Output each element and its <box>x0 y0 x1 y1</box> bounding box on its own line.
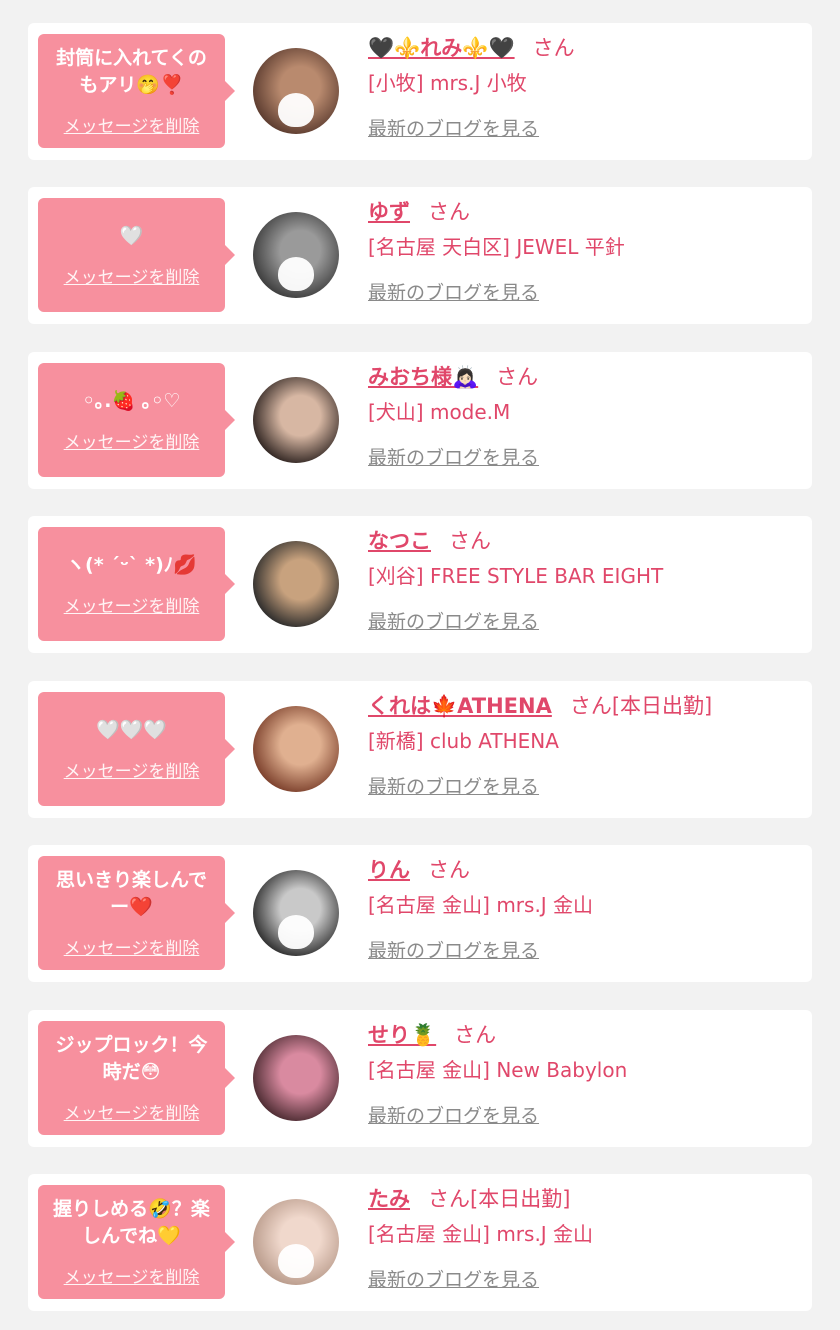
message-bubble: ◦｡.🍓 ｡◦♡ メッセージを削除 <box>38 363 235 477</box>
profile-info: りん さん [名古屋 金山] mrs.J 金山 最新のブログを見る <box>368 855 802 965</box>
delete-message-link[interactable]: メッセージを削除 <box>64 1099 200 1124</box>
name-suffix: さん <box>496 365 539 389</box>
avatar[interactable] <box>253 706 339 792</box>
delete-message-link[interactable]: メッセージを削除 <box>64 1263 200 1288</box>
message-text: ◦｡.🍓 ｡◦♡ <box>82 389 181 412</box>
message-text: 握りしめる🤣？楽 しんでね💛 <box>53 1198 210 1247</box>
name-line: りん さん <box>368 855 802 885</box>
name-suffix: さん <box>532 36 575 60</box>
message-text: 🤍 <box>119 224 144 247</box>
name-suffix: さん <box>428 858 470 882</box>
delete-message-link[interactable]: メッセージを削除 <box>64 757 200 782</box>
profile-name-link[interactable]: 🖤⚜️れみ⚜️🖤 <box>368 36 515 60</box>
name-line: ゆず さん <box>368 197 802 227</box>
shop-label: [名古屋 金山] New Babylon <box>368 1058 628 1082</box>
list-item: 封筒に入れてくの もアリ🤭❣️ メッセージを削除 🖤⚜️れみ⚜️🖤 さん [小牧]… <box>28 23 812 160</box>
latest-blog-link[interactable]: 最新のブログを見る <box>368 773 802 801</box>
shop-label: [刈谷] FREE STYLE BAR EIGHT <box>368 564 664 588</box>
message-bubble: 封筒に入れてくの もアリ🤭❣️ メッセージを削除 <box>38 34 235 148</box>
message-text: 🤍🤍🤍 <box>96 718 167 741</box>
name-line: くれは🍁ATHENA さん[本日出勤] <box>368 691 802 721</box>
profile-name-link[interactable]: なつこ <box>368 529 431 553</box>
shop-label: [犬山] mode.M <box>368 400 511 424</box>
name-suffix: さん <box>454 1023 497 1047</box>
profile-info: ゆず さん [名古屋 天白区] JEWEL 平針 最新のブログを見る <box>368 197 802 307</box>
profile-name-link[interactable]: ゆず <box>368 200 410 224</box>
message-bubble: 🤍 メッセージを削除 <box>38 198 235 312</box>
profile-name-link[interactable]: せり🍍 <box>368 1023 436 1047</box>
list-item: ◦｡.🍓 ｡◦♡ メッセージを削除 みおち様🙇🏻‍♀️ さん [犬山] mode.… <box>28 352 812 489</box>
shop-label: [名古屋 金山] mrs.J 金山 <box>368 893 594 917</box>
latest-blog-link[interactable]: 最新のブログを見る <box>368 608 802 636</box>
shop-label: [名古屋 天白区] JEWEL 平針 <box>368 235 625 259</box>
list-item: 思いきり楽しんで ー❤️ メッセージを削除 りん さん [名古屋 金山] mrs.… <box>28 845 812 982</box>
delete-message-link[interactable]: メッセージを削除 <box>64 112 200 137</box>
profile-info: みおち様🙇🏻‍♀️ さん [犬山] mode.M 最新のブログを見る <box>368 362 802 472</box>
shop-label: [名古屋 金山] mrs.J 金山 <box>368 1222 594 1246</box>
profile-info: たみ さん[本日出勤] [名古屋 金山] mrs.J 金山 最新のブログを見る <box>368 1184 802 1294</box>
latest-blog-link[interactable]: 最新のブログを見る <box>368 115 802 143</box>
message-text: 思いきり楽しんで ー❤️ <box>55 869 208 918</box>
face-mask-sticker <box>278 92 314 127</box>
favorites-list: 封筒に入れてくの もアリ🤭❣️ メッセージを削除 🖤⚜️れみ⚜️🖤 さん [小牧]… <box>0 0 840 1330</box>
name-suffix: さん <box>449 529 491 553</box>
delete-message-link[interactable]: メッセージを削除 <box>64 934 200 959</box>
list-item: 握りしめる🤣？楽 しんでね💛 メッセージを削除 たみ さん[本日出勤] [名古屋 … <box>28 1174 812 1311</box>
avatar[interactable] <box>253 1199 339 1285</box>
shop-label: [小牧] mrs.J 小牧 <box>368 71 527 95</box>
profile-info: くれは🍁ATHENA さん[本日出勤] [新橋] club ATHENA 最新のブ… <box>368 691 802 801</box>
latest-blog-link[interactable]: 最新のブログを見る <box>368 1266 802 1294</box>
delete-message-link[interactable]: メッセージを削除 <box>64 592 200 617</box>
delete-message-link[interactable]: メッセージを削除 <box>64 263 200 288</box>
message-bubble: 握りしめる🤣？楽 しんでね💛 メッセージを削除 <box>38 1185 235 1299</box>
avatar[interactable] <box>253 48 339 134</box>
face-mask-sticker <box>278 914 314 949</box>
list-item: ジップロック！今 時だ😳 メッセージを削除 せり🍍 さん [名古屋 金山] New… <box>28 1010 812 1147</box>
name-line: たみ さん[本日出勤] <box>368 1184 802 1214</box>
message-bubble: ヽ(* ˊᵕˋ *)ﾉ💋 メッセージを削除 <box>38 527 235 641</box>
name-line: 🖤⚜️れみ⚜️🖤 さん <box>368 33 802 63</box>
profile-name-link[interactable]: くれは🍁ATHENA <box>368 694 552 718</box>
name-line: みおち様🙇🏻‍♀️ さん <box>368 362 802 392</box>
name-suffix: さん[本日出勤] <box>428 1187 571 1211</box>
name-suffix: さん[本日出勤] <box>569 694 713 718</box>
latest-blog-link[interactable]: 最新のブログを見る <box>368 1102 802 1130</box>
name-suffix: さん <box>428 200 470 224</box>
avatar[interactable] <box>253 541 339 627</box>
avatar[interactable] <box>253 377 339 463</box>
avatar[interactable] <box>253 212 339 298</box>
message-bubble: ジップロック！今 時だ😳 メッセージを削除 <box>38 1021 235 1135</box>
profile-name-link[interactable]: たみ <box>368 1187 410 1211</box>
face-mask-sticker <box>278 1243 314 1278</box>
list-item: 🤍🤍🤍 メッセージを削除 くれは🍁ATHENA さん[本日出勤] [新橋] clu… <box>28 681 812 818</box>
message-text: ジップロック！今 時だ😳 <box>55 1034 208 1083</box>
latest-blog-link[interactable]: 最新のブログを見る <box>368 444 802 472</box>
profile-info: 🖤⚜️れみ⚜️🖤 さん [小牧] mrs.J 小牧 最新のブログを見る <box>368 33 802 143</box>
delete-message-link[interactable]: メッセージを削除 <box>64 428 200 453</box>
avatar[interactable] <box>253 870 339 956</box>
face-mask-sticker <box>278 256 314 291</box>
profile-name-link[interactable]: りん <box>368 858 410 882</box>
message-text: ヽ(* ˊᵕˋ *)ﾉ💋 <box>66 553 197 576</box>
message-text: 封筒に入れてくの もアリ🤭❣️ <box>56 47 207 96</box>
shop-label: [新橋] club ATHENA <box>368 729 559 753</box>
profile-name-link[interactable]: みおち様🙇🏻‍♀️ <box>368 365 478 389</box>
list-item: 🤍 メッセージを削除 ゆず さん [名古屋 天白区] JEWEL 平針 最新のブロ… <box>28 187 812 324</box>
name-line: なつこ さん <box>368 526 802 556</box>
name-line: せり🍍 さん <box>368 1020 802 1050</box>
avatar[interactable] <box>253 1035 339 1121</box>
list-item: ヽ(* ˊᵕˋ *)ﾉ💋 メッセージを削除 なつこ さん [刈谷] FREE ST… <box>28 516 812 653</box>
message-bubble: 🤍🤍🤍 メッセージを削除 <box>38 692 235 806</box>
latest-blog-link[interactable]: 最新のブログを見る <box>368 937 802 965</box>
message-bubble: 思いきり楽しんで ー❤️ メッセージを削除 <box>38 856 235 970</box>
profile-info: なつこ さん [刈谷] FREE STYLE BAR EIGHT 最新のブログを見… <box>368 526 802 636</box>
latest-blog-link[interactable]: 最新のブログを見る <box>368 279 802 307</box>
profile-info: せり🍍 さん [名古屋 金山] New Babylon 最新のブログを見る <box>368 1020 802 1130</box>
